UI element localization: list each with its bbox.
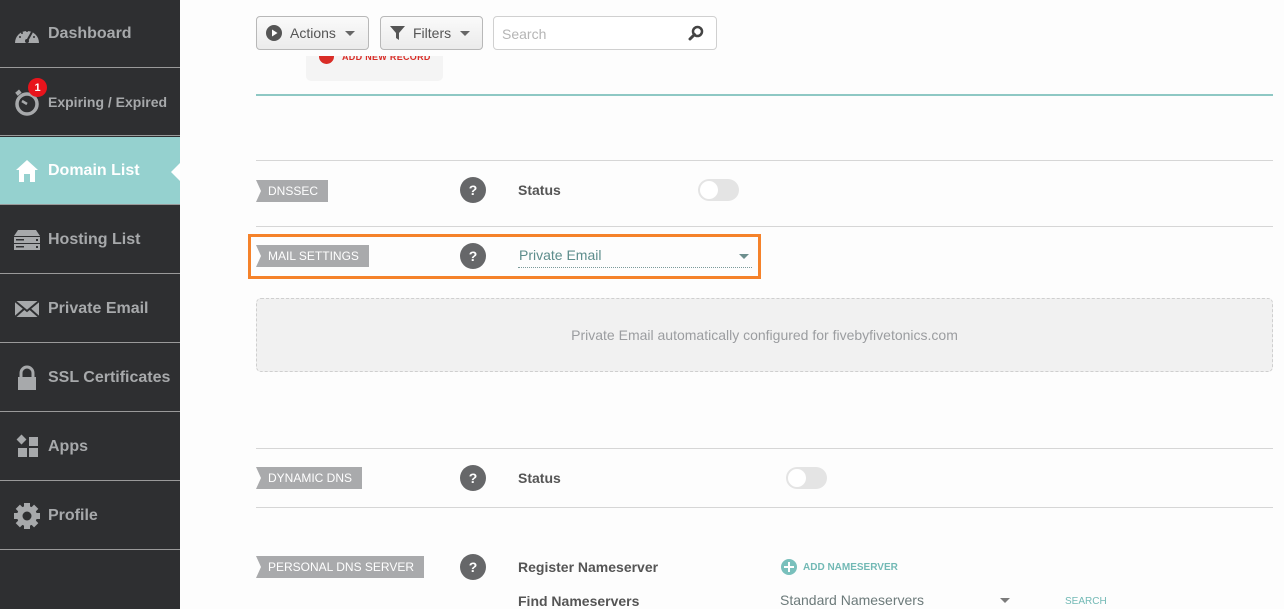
section-tag-dnssec: DNSSEC bbox=[256, 180, 329, 202]
add-record-label: ADD NEW RECORD bbox=[342, 56, 431, 62]
divider bbox=[256, 160, 1273, 161]
sidebar-item-ssl-certificates[interactable]: SSL Certificates bbox=[0, 344, 180, 412]
app-root: Dashboard 1 Expiring / Expired Domain Li… bbox=[0, 0, 1284, 609]
sidebar-item-label: SSL Certificates bbox=[48, 368, 171, 386]
filter-funnel-icon bbox=[390, 25, 405, 41]
section-divider-accent bbox=[256, 94, 1273, 96]
section-tag-dynamic-dns: DYNAMIC DNS bbox=[256, 467, 363, 489]
sidebar-item-label: Profile bbox=[48, 506, 98, 524]
dynamic-dns-status-toggle[interactable] bbox=[786, 467, 827, 489]
add-nameserver-label: ADD NAMESERVER bbox=[803, 561, 898, 573]
mail-info-box: Private Email automatically configured f… bbox=[256, 298, 1273, 372]
expiring-count-badge: 1 bbox=[28, 78, 47, 97]
add-new-record-button[interactable]: ADD NEW RECORD bbox=[306, 56, 443, 81]
sidebar-item-label: Dashboard bbox=[48, 24, 132, 42]
chevron-down-icon bbox=[1000, 598, 1010, 603]
toggle-knob bbox=[700, 181, 718, 199]
actions-dropdown-button[interactable]: Actions bbox=[256, 16, 369, 50]
sidebar-item-label: Apps bbox=[48, 437, 88, 455]
toggle-knob bbox=[788, 469, 806, 487]
dynamic-dns-status-label: Status bbox=[518, 470, 561, 486]
personal-dns-help-icon[interactable]: ? bbox=[460, 554, 486, 580]
server-icon bbox=[12, 225, 42, 255]
apps-icon bbox=[12, 432, 42, 462]
sidebar-item-dashboard[interactable]: Dashboard bbox=[0, 0, 180, 68]
highlight-box bbox=[248, 234, 761, 279]
search-icon[interactable] bbox=[688, 25, 704, 46]
sidebar: Dashboard 1 Expiring / Expired Domain Li… bbox=[0, 0, 180, 609]
chevron-down-icon bbox=[460, 30, 471, 36]
find-nameservers-label: Find Nameservers bbox=[518, 593, 640, 609]
find-nameservers-select[interactable]: Standard Nameservers bbox=[780, 592, 1012, 609]
plus-circle-icon bbox=[781, 559, 797, 575]
chevron-down-icon bbox=[344, 30, 355, 36]
section-tag-personal-dns-server: PERSONAL DNS SERVER bbox=[256, 556, 425, 578]
sidebar-item-label: Private Email bbox=[48, 299, 149, 317]
home-icon bbox=[12, 156, 42, 186]
sidebar-item-domain-list[interactable]: Domain List bbox=[0, 137, 180, 205]
sidebar-item-expiring[interactable]: 1 Expiring / Expired bbox=[0, 68, 180, 136]
dnssec-help-icon[interactable]: ? bbox=[460, 177, 486, 203]
filters-dropdown-button[interactable]: Filters bbox=[380, 16, 483, 50]
divider bbox=[256, 226, 1273, 227]
play-circle-icon bbox=[266, 25, 282, 41]
nameserver-search-link[interactable]: SEARCH bbox=[1065, 596, 1107, 607]
filters-label: Filters bbox=[413, 25, 452, 41]
sidebar-item-private-email[interactable]: Private Email bbox=[0, 275, 180, 343]
find-nameservers-selected-value: Standard Nameservers bbox=[780, 592, 924, 608]
plus-circle-icon bbox=[319, 56, 334, 64]
actions-label: Actions bbox=[290, 25, 336, 41]
envelope-icon bbox=[12, 294, 42, 324]
sidebar-item-apps[interactable]: Apps bbox=[0, 413, 180, 481]
sidebar-item-hosting-list[interactable]: Hosting List bbox=[0, 206, 180, 274]
gear-icon bbox=[12, 501, 42, 531]
search-input[interactable] bbox=[502, 24, 682, 44]
mail-info-text: Private Email automatically configured f… bbox=[571, 327, 958, 343]
search-box bbox=[493, 16, 717, 50]
register-nameserver-label: Register Nameserver bbox=[518, 559, 659, 575]
dnssec-status-toggle[interactable] bbox=[698, 179, 739, 201]
dashboard-gauge-icon bbox=[12, 19, 42, 49]
sidebar-item-profile[interactable]: Profile bbox=[0, 482, 180, 550]
divider bbox=[256, 448, 1273, 449]
divider bbox=[256, 507, 1273, 508]
add-nameserver-button[interactable]: ADD NAMESERVER bbox=[781, 559, 898, 575]
sidebar-item-label: Hosting List bbox=[48, 230, 141, 248]
dnssec-status-label: Status bbox=[518, 182, 561, 198]
lock-icon bbox=[12, 363, 42, 393]
dynamic-dns-help-icon[interactable]: ? bbox=[460, 465, 486, 491]
active-pointer bbox=[171, 163, 180, 181]
sidebar-item-label: Domain List bbox=[48, 161, 140, 179]
sidebar-item-label: Expiring / Expired bbox=[48, 93, 168, 110]
